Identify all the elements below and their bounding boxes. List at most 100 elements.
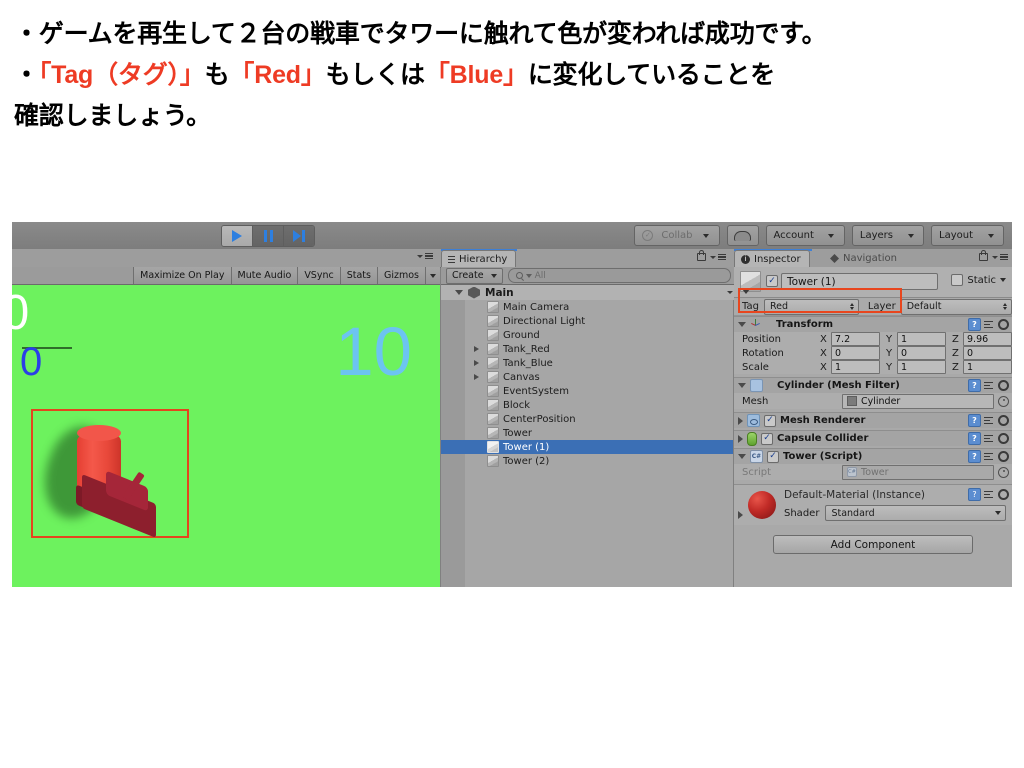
component-action-icons[interactable]: ? [968, 450, 1009, 463]
chevron-down-icon[interactable] [1000, 278, 1006, 282]
help-icon[interactable]: ? [968, 379, 981, 392]
play-button[interactable] [222, 226, 253, 246]
help-icon[interactable]: ? [968, 414, 981, 427]
gear-icon[interactable] [998, 489, 1009, 500]
gear-icon[interactable] [998, 451, 1009, 462]
add-component-button[interactable]: Add Component [773, 535, 973, 554]
step-button[interactable] [284, 226, 314, 246]
hierarchy-item-centerposition[interactable]: CenterPosition [441, 412, 733, 426]
chevron-down-icon[interactable] [738, 454, 746, 459]
mesh-filter-component-header[interactable]: Cylinder (Mesh Filter) ? [734, 377, 1012, 393]
chevron-right-icon[interactable] [738, 434, 743, 443]
account-button[interactable]: Account [765, 225, 845, 246]
mesh-renderer-component-header[interactable]: ✓ Mesh Renderer ? [734, 412, 1012, 428]
chevron-right-icon[interactable] [474, 360, 479, 366]
gizmos-button[interactable]: Gizmos [376, 267, 425, 284]
object-enabled-checkbox[interactable]: ✓ [766, 275, 778, 287]
hierarchy-item-tank-blue[interactable]: Tank_Blue [441, 356, 733, 370]
tab-inspector[interactable]: i Inspector [734, 250, 810, 268]
scale-x-field[interactable]: 1 [831, 360, 880, 374]
game-panel-menu-icon[interactable] [417, 253, 433, 260]
tab-hierarchy[interactable]: Hierarchy [441, 250, 517, 268]
layout-button[interactable]: Layout [931, 225, 1004, 246]
static-toggle-group[interactable]: ✓ Static [951, 274, 1006, 286]
preset-icon[interactable] [984, 433, 995, 444]
gear-icon[interactable] [998, 415, 1009, 426]
layers-button[interactable]: Layers [851, 225, 924, 246]
hierarchy-item-tower-1[interactable]: Tower (1) [441, 440, 733, 454]
chevron-down-icon[interactable] [742, 289, 750, 294]
tab-navigation[interactable]: Navigation [824, 250, 905, 267]
mesh-object-field[interactable]: Cylinder [842, 393, 994, 409]
tag-dropdown[interactable]: Red [763, 298, 859, 315]
capsule-collider-component-header[interactable]: ✓ Capsule Collider ? [734, 430, 1012, 446]
transform-component-header[interactable]: Transform ? [734, 316, 1012, 332]
chevron-right-icon[interactable] [738, 416, 743, 425]
help-icon[interactable]: ? [968, 318, 981, 331]
scale-z-field[interactable]: 1 [963, 360, 1012, 374]
component-action-icons[interactable]: ? [968, 379, 1009, 392]
scale-y-field[interactable]: 1 [897, 360, 946, 374]
preset-icon[interactable] [984, 489, 995, 500]
static-checkbox[interactable]: ✓ [951, 274, 964, 286]
maximize-on-play-button[interactable]: Maximize On Play [133, 267, 231, 284]
component-action-icons[interactable]: ? [968, 488, 1009, 501]
stats-button[interactable]: Stats [339, 267, 377, 284]
object-picker-icon[interactable] [998, 395, 1009, 407]
tower-script-component-header[interactable]: C# ✓ Tower (Script) ? [734, 448, 1012, 464]
hierarchy-item-main-camera[interactable]: Main Camera [441, 300, 733, 314]
component-action-icons[interactable]: ? [968, 432, 1009, 445]
component-action-icons[interactable]: ? [968, 414, 1009, 427]
chevron-right-icon[interactable] [474, 374, 479, 380]
hierarchy-item-canvas[interactable]: Canvas [441, 370, 733, 384]
collab-button[interactable]: ✓ Collab [634, 225, 720, 246]
game-render-canvas[interactable]: 0 0 10 [12, 285, 440, 587]
hierarchy-item-block[interactable]: Block [441, 398, 733, 412]
gear-icon[interactable] [998, 380, 1009, 391]
preset-icon[interactable] [984, 415, 995, 426]
hierarchy-item-directional-light[interactable]: Directional Light [441, 314, 733, 328]
hierarchy-item-tower-2[interactable]: Tower (2) [441, 454, 733, 468]
mute-audio-button[interactable]: Mute Audio [230, 267, 298, 284]
rotation-z-field[interactable]: 0 [963, 346, 1012, 360]
create-button[interactable]: Create [446, 267, 503, 284]
gizmos-dropdown-button[interactable] [425, 267, 440, 284]
preset-icon[interactable] [984, 451, 995, 462]
preset-icon[interactable] [984, 319, 995, 330]
scene-root-row[interactable]: Main [441, 285, 747, 300]
capsule-collider-enabled-checkbox[interactable]: ✓ [761, 432, 773, 445]
component-action-icons[interactable]: ? [968, 318, 1009, 331]
tower-script-enabled-checkbox[interactable]: ✓ [767, 450, 779, 463]
inspector-panel-menu-icon[interactable] [979, 250, 1008, 261]
position-x-field[interactable]: 7.2 [831, 332, 880, 346]
position-z-field[interactable]: 9.96 [963, 332, 1012, 346]
pause-button[interactable] [253, 226, 284, 246]
chevron-right-icon[interactable] [474, 346, 479, 352]
mesh-renderer-enabled-checkbox[interactable]: ✓ [764, 414, 776, 427]
layer-dropdown[interactable]: Default [900, 298, 1012, 315]
vsync-button[interactable]: VSync [297, 267, 340, 284]
hierarchy-panel-menu-icon[interactable] [697, 250, 726, 261]
position-y-field[interactable]: 1 [897, 332, 946, 346]
shader-dropdown[interactable]: Standard [825, 505, 1006, 521]
rotation-x-field[interactable]: 0 [831, 346, 880, 360]
hierarchy-item-tank-red[interactable]: Tank_Red [441, 342, 733, 356]
hierarchy-item-eventsystem[interactable]: EventSystem [441, 384, 733, 398]
hierarchy-search-input[interactable]: All [507, 268, 731, 283]
help-icon[interactable]: ? [968, 488, 981, 501]
chevron-down-icon[interactable] [738, 322, 746, 327]
help-icon[interactable]: ? [968, 432, 981, 445]
cloud-icon [734, 230, 752, 241]
help-icon[interactable]: ? [968, 450, 981, 463]
object-name-field[interactable]: Tower (1) [781, 273, 938, 290]
chevron-down-icon[interactable] [455, 290, 463, 295]
cloud-button[interactable] [726, 225, 759, 246]
rotation-y-field[interactable]: 0 [897, 346, 946, 360]
hierarchy-item-tower[interactable]: Tower [441, 426, 733, 440]
gear-icon[interactable] [998, 319, 1009, 330]
chevron-down-icon[interactable] [738, 383, 746, 388]
gear-icon[interactable] [998, 433, 1009, 444]
hierarchy-item-ground[interactable]: Ground [441, 328, 733, 342]
chevron-right-icon[interactable] [738, 511, 743, 519]
preset-icon[interactable] [984, 380, 995, 391]
